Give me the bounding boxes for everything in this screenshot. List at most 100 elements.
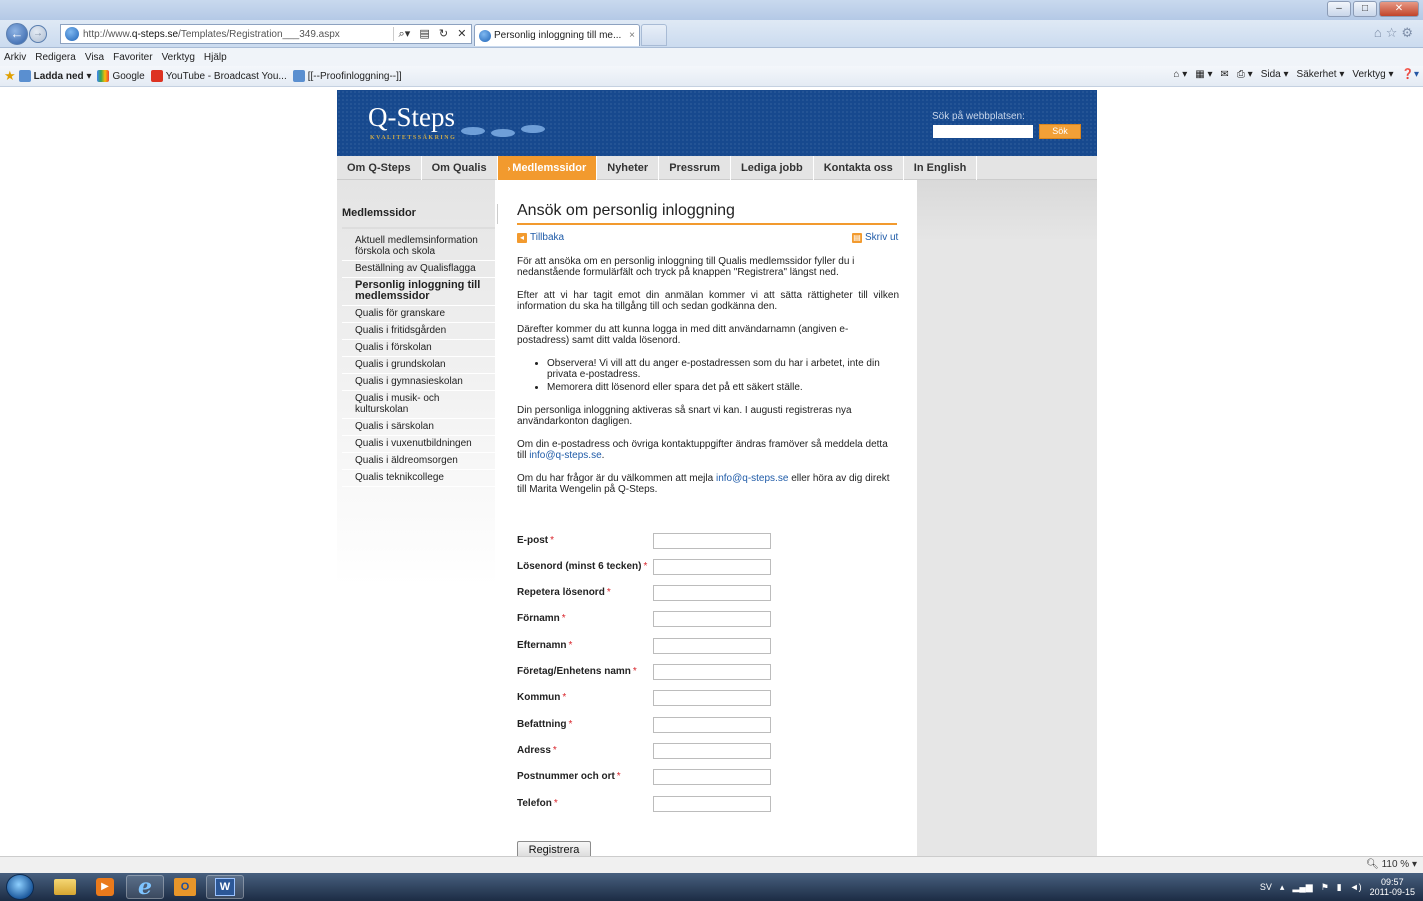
sidebar-item-personlig-inloggning[interactable]: Personlig inloggning till medlemssidor [342, 278, 495, 306]
sidebar-item-qualis-aldreomsorgen[interactable]: Qualis i äldreomsorgen [342, 453, 495, 470]
topnav-lediga-jobb[interactable]: Lediga jobb [731, 156, 814, 180]
cmd-sida[interactable]: Sida ▾ [1261, 69, 1289, 80]
clock[interactable]: 09:57 2011-09-15 [1370, 877, 1415, 897]
register-button[interactable]: Registrera [517, 841, 591, 856]
favorites-star-icon[interactable]: ★ [4, 68, 16, 84]
sidebar-item-qualis-sarskolan[interactable]: Qualis i särskolan [342, 419, 495, 436]
menu-item-verktyg[interactable]: Verktyg [162, 52, 195, 63]
back-link-label[interactable]: Tillbaka [530, 232, 564, 243]
volume-icon[interactable]: ◄) [1350, 882, 1362, 892]
media-player-icon[interactable]: ▶ [86, 875, 124, 899]
topnav-nyheter[interactable]: Nyheter [597, 156, 660, 180]
page-icon [292, 70, 305, 82]
password-field[interactable] [653, 559, 771, 575]
search-dropdown-icon[interactable]: ⌕▾ [399, 27, 411, 41]
forward-button[interactable]: → [29, 25, 47, 43]
refresh-icon[interactable]: ↻ [439, 27, 448, 41]
company-field[interactable] [653, 664, 771, 680]
ie-page-icon [65, 27, 79, 41]
tab-active[interactable]: Personlig inloggning till me... × [474, 24, 640, 46]
tab-close-icon[interactable]: × [629, 30, 635, 41]
address-field[interactable] [653, 743, 771, 759]
sidebar-item-bestallning-qualisflagga[interactable]: Beställning av Qualisflagga [342, 261, 495, 278]
stop-icon[interactable]: ✕ [457, 27, 466, 41]
settings-gear-icon[interactable]: ⚙ [1401, 25, 1417, 40]
email-link[interactable]: info@q-steps.se [716, 473, 788, 484]
menu-item-redigera[interactable]: Redigera [35, 52, 76, 63]
cmd-sakerhet[interactable]: Säkerhet ▾ [1297, 69, 1345, 80]
topnav-kontakta-oss[interactable]: Kontakta oss [814, 156, 904, 180]
sidebar-item-qualis-granskare[interactable]: Qualis för granskare [342, 306, 495, 323]
site-container: Q-Steps KVALITETSSÄKRING Sök på webbplat… [337, 90, 1097, 856]
favorites-star-icon[interactable]: ☆ [1386, 25, 1402, 40]
print-link[interactable]: ▤ Skriv ut [852, 232, 898, 243]
favorite-google[interactable]: Google [97, 70, 145, 82]
back-button[interactable]: ← [6, 23, 28, 45]
menu-item-favoriter[interactable]: Favoriter [113, 52, 152, 63]
mail-icon[interactable]: ✉ [1221, 69, 1229, 80]
sidebar-item-qualis-teknikcollege[interactable]: Qualis teknikcollege [342, 470, 495, 487]
favorite-youtube[interactable]: YouTube - Broadcast You... [150, 70, 287, 82]
repeat-password-field[interactable] [653, 585, 771, 601]
site-logo[interactable]: Q-Steps [368, 102, 455, 133]
favorite-proofinloggning[interactable]: [[--Proofinloggning--]] [292, 70, 402, 82]
sidebar-item-qualis-forskolan[interactable]: Qualis i förskolan [342, 340, 495, 357]
favorite-ladda-ned[interactable]: Ladda ned ▾ [18, 70, 91, 82]
topnav-om-qualis[interactable]: Om Qualis [422, 156, 498, 180]
help-icon[interactable]: ❓▾ [1402, 69, 1419, 80]
sidebar-item-qualis-gymnasieskolan[interactable]: Qualis i gymnasieskolan [342, 374, 495, 391]
menu-item-hjalp[interactable]: Hjälp [204, 52, 227, 63]
site-search-input[interactable] [933, 125, 1033, 138]
print-link-label[interactable]: Skriv ut [865, 232, 898, 243]
postcode-city-field[interactable] [653, 769, 771, 785]
first-name-field[interactable] [653, 611, 771, 627]
internet-explorer-icon[interactable]: e [126, 874, 164, 900]
field-label: Efternamn * [517, 640, 573, 651]
maximize-button[interactable]: □ [1353, 1, 1377, 17]
topnav-pressrum[interactable]: Pressrum [659, 156, 731, 180]
sidebar-heading[interactable]: Medlemssidor [342, 207, 416, 219]
network-icon[interactable]: ▂▄▆ [1292, 882, 1312, 893]
menu-item-visa[interactable]: Visa [85, 52, 104, 63]
last-name-field[interactable] [653, 638, 771, 654]
sidebar-item-qualis-fritidsgarden[interactable]: Qualis i fritidsgården [342, 323, 495, 340]
word-icon[interactable]: W [206, 875, 244, 899]
municipality-field[interactable] [653, 690, 771, 706]
phone-field[interactable] [653, 796, 771, 812]
start-button[interactable] [6, 874, 34, 900]
topnav-om-q-steps[interactable]: Om Q-Steps [337, 156, 422, 180]
flag-icon[interactable]: ⚑ [1321, 882, 1329, 893]
show-hidden-icons[interactable]: ▴ [1280, 882, 1285, 893]
url-text[interactable]: http://www.q-steps.se/Templates/Registra… [83, 29, 393, 40]
intro-paragraph-6: Om du har frågor är du välkommen att mej… [517, 473, 890, 495]
compat-view-icon[interactable]: ▤ [419, 27, 429, 41]
zoom-control[interactable]: 🔍︎ 110 % ▾ [1366, 859, 1417, 870]
outlook-icon[interactable]: O [166, 875, 204, 899]
power-icon[interactable]: ▮ [1337, 882, 1342, 893]
topnav-in-english[interactable]: In English [904, 156, 978, 180]
site-search-button[interactable]: Sök [1039, 124, 1081, 139]
home-cmd-icon[interactable]: ⌂ ▾ [1173, 69, 1187, 80]
email-link[interactable]: info@q-steps.se [529, 450, 601, 461]
email-field[interactable] [653, 533, 771, 549]
sidebar-item-qualis-musik-kulturskolan[interactable]: Qualis i musik- och kulturskolan [342, 391, 495, 419]
menu-item-arkiv[interactable]: Arkiv [4, 52, 26, 63]
explorer-icon[interactable] [46, 875, 84, 899]
minimize-button[interactable]: – [1327, 1, 1351, 17]
close-window-button[interactable]: ✕ [1379, 1, 1419, 17]
topnav-medlemssidor[interactable]: Medlemssidor [497, 156, 598, 180]
home-icon[interactable]: ⌂ [1374, 25, 1386, 40]
back-link[interactable]: ◂ Tillbaka [517, 232, 564, 243]
new-tab-button[interactable] [641, 24, 667, 46]
position-field[interactable] [653, 717, 771, 733]
cmd-verktyg[interactable]: Verktyg ▾ [1352, 69, 1393, 80]
sidebar-item-aktuell-medlemsinformation[interactable]: Aktuell medlemsinformation förskola och … [342, 233, 495, 261]
address-bar[interactable]: http://www.q-steps.se/Templates/Registra… [60, 24, 472, 44]
language-indicator[interactable]: SV [1260, 882, 1272, 892]
print-icon[interactable]: ⎙ ▾ [1237, 69, 1253, 80]
sidebar-divider [342, 227, 495, 229]
sidebar-item-qualis-vuxenutbildningen[interactable]: Qualis i vuxenutbildningen [342, 436, 495, 453]
youtube-icon [150, 70, 163, 82]
feeds-icon[interactable]: ▦ ▾ [1195, 69, 1212, 80]
sidebar-item-qualis-grundskolan[interactable]: Qualis i grundskolan [342, 357, 495, 374]
